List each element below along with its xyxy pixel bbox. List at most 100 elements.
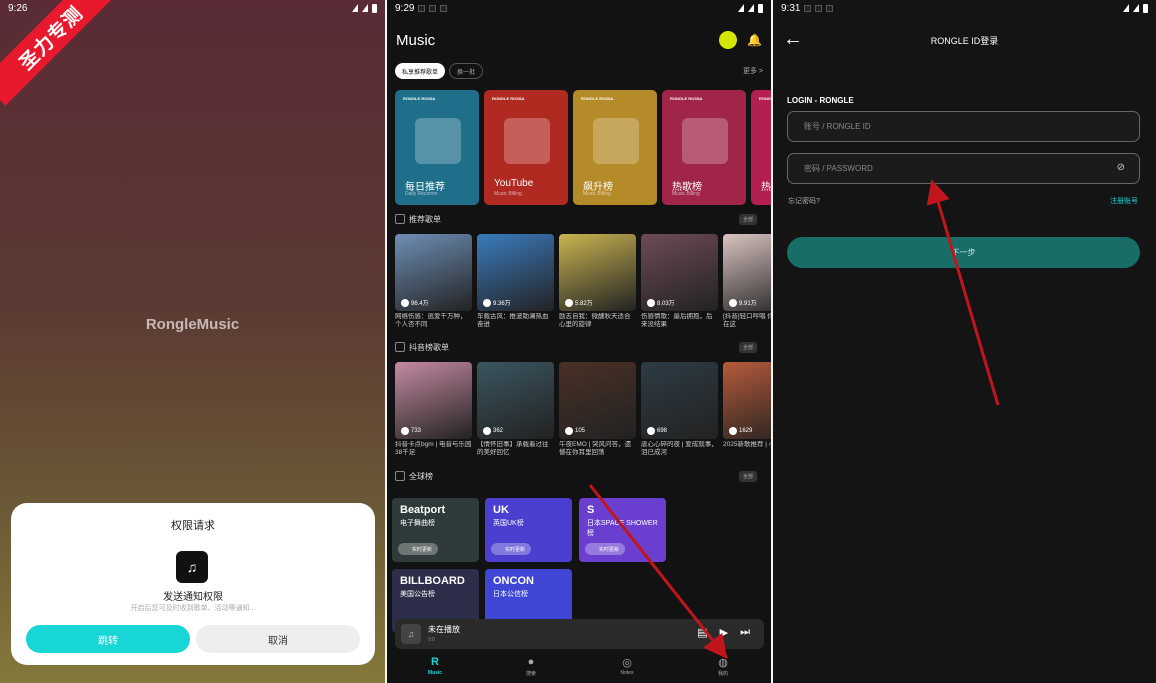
playlist-cover[interactable]: 9.36万 [477,234,554,311]
playlist-cover[interactable]: 96.4万 [395,234,472,311]
dialog-title: 权限请求 [171,520,215,532]
more-link[interactable]: 更多 > [743,66,763,76]
play-count-value: 8.03万 [657,301,675,307]
globe-icon [395,471,405,481]
feature-cards: RONGLE ROSSA 每日推荐 Daily Recomm RONGLE ROSSA… [395,90,771,205]
password-input[interactable]: 密码 / PASSWORD ⊘ [787,153,1140,184]
play-count: 105 [565,427,585,435]
mini-player[interactable]: ♫ 未在播放 0:0 ▤ ▶ ⏭ [395,619,764,649]
playlist-card[interactable]: 8.03万 伤感情歌：最后拥抱，后来没结果 [641,234,718,329]
tab-icon: R [431,656,439,668]
update-badge[interactable]: 实时更新 [491,543,532,555]
feature-card[interactable]: RONGLE ROSSA 飙升榜 Music Billing [573,90,657,205]
play-count-value: 9.36万 [493,301,511,307]
bell-icon[interactable]: 🔔 [747,33,762,47]
tab-label: Notes [620,670,634,676]
tab-search[interactable]: ● 搜索 [501,652,561,683]
update-badge[interactable]: 实时更新 [398,543,439,555]
card-artwork [415,118,461,164]
play-count-value: 733 [411,428,422,434]
play-count-value: 362 [493,428,504,434]
feature-card[interactable]: RONGLE ROSSA YouTube Music Billing [484,90,568,205]
login-section-label: LOGIN - RONGLE [787,96,854,105]
tab-icon: ● [527,656,535,668]
playlist-cover[interactable]: 9.91万 [723,234,771,311]
eye-off-icon[interactable]: ⊘ [1117,162,1125,173]
play-count: 5.82万 [565,298,593,307]
forgot-password-link[interactable]: 忘记密码? [788,196,820,206]
account-input[interactable]: 账号 / RONGLE ID [787,111,1140,142]
play-count-value: 9.91万 [739,301,757,307]
playlist-cover[interactable]: 698 [641,362,718,439]
play-icon [483,427,491,435]
feature-card[interactable]: RONGLE ROSSA 热 [751,90,771,205]
playlist-card[interactable]: 9.36万车载古风：推波助澜热血奋进 [477,234,554,329]
play-icon [729,427,737,435]
chart-subtitle: 英国UK榜 [493,520,524,527]
playlist-icon[interactable]: ▤ [697,626,707,639]
chart-name: Beatport [400,504,446,516]
notification-icon [804,4,812,12]
playlist-caption: 【情怀旧事】承载着过往的美好回忆 [477,441,549,456]
all-button[interactable]: 全部 [738,213,757,225]
splash-panel: 9:26 圣力专测 RongleMusic 权限请求 ♫ 发送通知权限 开启后您… [0,0,385,683]
play-icon [647,298,655,307]
tab-notes[interactable]: ◎ Notes [597,652,657,683]
signal-icon [1133,4,1139,12]
playlist-card[interactable]: 5.82万 励志自我：微醺秋天适合心里的旋律 [559,234,636,329]
playlist-cover[interactable]: 5.82万 [559,234,636,311]
register-link[interactable]: 注册账号 [1110,196,1138,206]
music-note-icon: ♫ [401,624,421,644]
playlist-cover[interactable]: 733 [395,362,472,439]
playlist-card[interactable]: 698 虐心心碎的夜 | 爱成就事，泪已成河 [641,362,718,457]
playlist-card[interactable]: 96.4万 网络伤感：逃爱千万种，个人否不同 [395,234,472,329]
chart-card[interactable]: UK 英国UK榜实时更新 [485,498,572,562]
next-button[interactable]: 下一步 [787,237,1140,268]
chart-name: ONCON [493,575,534,587]
jump-button[interactable]: 跳转 [26,625,190,653]
notification-icon [440,4,448,12]
playlist-cover[interactable]: 8.03万 [641,234,718,311]
playlist-cover[interactable]: 1629 [723,362,771,439]
all-button[interactable]: 全部 [738,341,757,353]
status-time: 9:29 [395,2,415,14]
chart-name: UK [493,504,509,516]
playlist-caption: 车载古风：推波助澜热血奋进 [477,313,549,328]
play-icon[interactable]: ▶ [720,626,728,639]
playlist-card[interactable]: 733 抖音卡点bgm | 电音与乐园38千足 [395,362,472,457]
status-time: 9:26 [8,2,28,14]
chip-refresh[interactable]: 换一批 [449,63,484,79]
play-icon [565,427,573,435]
playlist-card[interactable]: 1629 2025新歌推荐 | 小的奇迹 [723,362,771,457]
card-artwork [504,118,550,164]
chart-card[interactable]: S 日本SPACE SHOWER榜 实时更新 [579,498,666,562]
playlist-card[interactable]: 362 【情怀旧事】承载着过往的美好回忆 [477,362,554,457]
update-badge[interactable]: 实时更新 [585,543,626,555]
playlist-cover[interactable]: 362 [477,362,554,439]
music-home-panel: 9:29 Music 🔔 私享推荐歌单 换一批 更多 > RONGLE ROSS… [387,0,771,683]
play-count: 8.03万 [647,298,675,307]
play-count: 9.36万 [483,298,511,307]
play-icon [401,298,409,307]
play-count-value: 5.82万 [575,301,593,307]
chart-card[interactable]: Beatport 电子舞曲榜 实时更新 [392,498,479,562]
chart-subtitle: 美国公告榜 [400,591,435,598]
password-placeholder: 密码 / PASSWORD [804,164,873,173]
playlist-cover[interactable]: 105 [559,362,636,439]
cancel-button[interactable]: 取消 [196,625,360,653]
all-button[interactable]: 全部 [738,470,757,482]
tab-icon: ◎ [622,657,632,669]
tab-mine[interactable]: ◍ 我的 [693,652,753,683]
play-icon [483,298,491,307]
chip-private-playlist[interactable]: 私享推荐歌单 [395,63,446,79]
tab-music[interactable]: R Music [405,652,465,683]
playlist-card[interactable]: 9.91万 [抖音]轻口哼唱 你想要的都在这 [723,234,771,329]
feature-card[interactable]: RONGLE ROSSA 每日推荐 Daily Recomm [395,90,479,205]
playlist-card[interactable]: 105 午夜EMO | 突风问答，遗憾在你耳里回荡 [559,362,636,457]
player-title: 未在播放 [428,625,460,634]
feature-card[interactable]: RONGLE ROSSA 热歌榜 Music Billing [662,90,746,205]
avatar[interactable] [719,31,738,49]
playlist-caption: 抖音卡点bgm | 电音与乐园38千足 [395,441,472,456]
wifi-icon [352,4,358,12]
next-icon[interactable]: ⏭ [740,626,750,639]
